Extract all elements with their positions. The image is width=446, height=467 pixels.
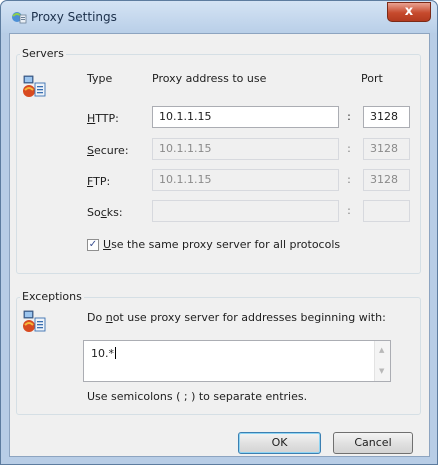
http-label: HTTP: (87, 112, 119, 125)
network-computer-icon (23, 310, 46, 332)
secure-address-input[interactable]: 10.1.1.15 (152, 138, 339, 160)
same-proxy-checkbox[interactable]: ✓ (87, 239, 99, 251)
socks-port-input[interactable] (363, 200, 410, 222)
exceptions-group-label: Exceptions (20, 290, 84, 303)
socks-label: Socks: (87, 206, 123, 219)
window-title: Proxy Settings (31, 10, 117, 24)
http-address-input[interactable]: 10.1.1.15 (152, 106, 339, 128)
proxy-settings-dialog: Proxy Settings x Servers Type Proxy addr… (0, 0, 438, 465)
ok-button[interactable]: OK (238, 432, 321, 454)
exceptions-textarea[interactable]: 10.* ▲ ▼ (83, 340, 391, 382)
internet-options-icon (12, 12, 27, 24)
exceptions-scrollbar[interactable]: ▲ ▼ (374, 341, 390, 381)
exceptions-hint: Use semicolons ( ; ) to separate entries… (87, 390, 308, 403)
ftp-colon: : (347, 173, 351, 186)
scroll-up-icon[interactable]: ▲ (379, 346, 384, 354)
socks-colon: : (347, 204, 351, 217)
port-column-header: Port (361, 72, 383, 85)
close-button[interactable]: x (387, 2, 431, 22)
type-column-header: Type (87, 72, 113, 85)
secure-port-input[interactable]: 3128 (363, 138, 410, 160)
network-computer-icon (23, 75, 46, 97)
exceptions-value: 10.* (91, 347, 114, 360)
ftp-address-input[interactable]: 10.1.1.15 (152, 169, 339, 191)
socks-address-input[interactable] (152, 200, 339, 222)
ftp-label: FTP: (87, 175, 111, 188)
servers-group-label: Servers (20, 47, 66, 60)
http-port-input[interactable]: 3128 (363, 106, 410, 128)
secure-colon: : (347, 142, 351, 155)
text-caret (115, 347, 116, 359)
exceptions-instruction: Do not use proxy server for addresses be… (87, 311, 386, 324)
scroll-down-icon[interactable]: ▼ (379, 367, 384, 375)
cancel-button[interactable]: Cancel (333, 432, 413, 454)
http-colon: : (347, 110, 351, 123)
same-proxy-label[interactable]: Use the same proxy server for all protoc… (103, 238, 340, 251)
title-bar[interactable]: Proxy Settings x (1, 1, 437, 33)
address-column-header: Proxy address to use (152, 72, 267, 85)
dialog-client-area: Servers Type Proxy address to use Port H… (9, 33, 430, 457)
ftp-port-input[interactable]: 3128 (363, 169, 410, 191)
secure-label: Secure: (87, 144, 129, 157)
